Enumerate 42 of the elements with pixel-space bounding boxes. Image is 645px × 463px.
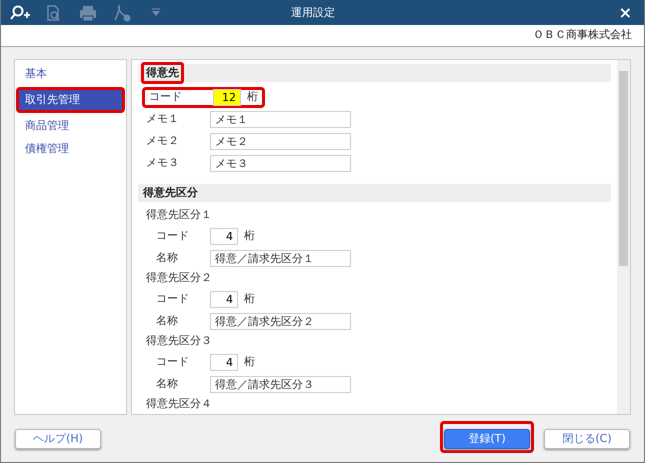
group-label: 得意先区分２ bbox=[145, 270, 213, 286]
dialog-button[interactable]: 閉じる(C) bbox=[544, 429, 630, 450]
field-label: 名称 bbox=[156, 250, 179, 266]
section-title: 得意先 bbox=[141, 62, 184, 84]
text-field[interactable]: 得意／請求先区分１ bbox=[210, 250, 351, 266]
digits-field[interactable]: 4 bbox=[210, 228, 238, 244]
unit-label: 桁 bbox=[244, 228, 255, 244]
field-label: コード bbox=[156, 354, 190, 370]
field-label: メモ３ bbox=[146, 154, 180, 171]
company-name: ＯＢＣ商事株式会社 bbox=[533, 27, 632, 44]
magnifier-plus-icon[interactable] bbox=[9, 4, 31, 22]
digits-field[interactable]: 4 bbox=[210, 354, 238, 370]
field-label: コード bbox=[149, 88, 183, 105]
dialog-button[interactable]: 登録(T) bbox=[444, 429, 530, 450]
unit-label: 桁 bbox=[244, 354, 255, 370]
text-field[interactable]: 得意／請求先区分２ bbox=[210, 312, 351, 330]
unit-label: 桁 bbox=[244, 290, 255, 307]
group-label: 得意先区分３ bbox=[145, 333, 213, 350]
field-label: 名称 bbox=[156, 376, 179, 392]
scrollbar[interactable] bbox=[617, 60, 630, 414]
dialog-button[interactable]: ヘルプ(H) bbox=[15, 429, 101, 450]
sidebar-item[interactable]: 商品管理 bbox=[19, 116, 122, 136]
digits-field[interactable]: 4 bbox=[210, 290, 238, 308]
text-field[interactable]: 得意／請求先区分３ bbox=[210, 376, 351, 392]
field-label: メモ１ bbox=[146, 110, 180, 127]
sidebar-item[interactable]: 債権管理 bbox=[19, 139, 122, 159]
sidebar-item[interactable]: 取引先管理 bbox=[19, 90, 122, 110]
field-label: コード bbox=[156, 228, 190, 244]
field-label: コード bbox=[156, 290, 190, 307]
close-button[interactable]: × bbox=[618, 4, 636, 20]
section-title: 得意先区分 bbox=[142, 184, 199, 201]
field-label: 名称 bbox=[156, 312, 179, 329]
unit-label: 桁 bbox=[247, 88, 258, 105]
group-label: 得意先区分１ bbox=[145, 207, 213, 224]
window-title: 運用設定 bbox=[291, 5, 335, 21]
text-field[interactable]: メモ３ bbox=[210, 154, 351, 172]
group-label: 得意先区分４ bbox=[145, 396, 213, 412]
text-field[interactable]: メモ２ bbox=[210, 132, 351, 150]
text-field[interactable]: メモ１ bbox=[210, 110, 351, 128]
field-label: メモ２ bbox=[146, 132, 180, 149]
sidebar-item[interactable]: 基本 bbox=[19, 64, 122, 84]
digits-field[interactable]: 12 bbox=[213, 88, 241, 106]
